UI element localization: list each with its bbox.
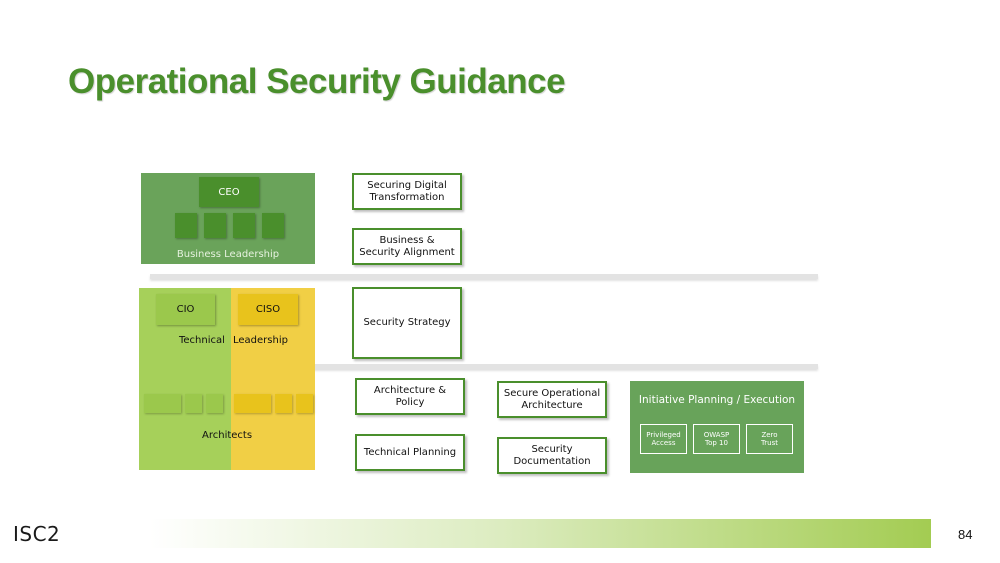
leadership-member-square xyxy=(233,213,255,238)
footer-gradient-bar xyxy=(150,519,931,548)
leadership-label: Leadership xyxy=(233,335,288,346)
horizontal-separator xyxy=(150,274,818,279)
technical-label: Technical xyxy=(179,335,225,346)
isc2-logo-text: ISC2 xyxy=(13,522,61,546)
ceo-box: CEO xyxy=(199,177,259,207)
security-strategy-box: Security Strategy xyxy=(352,287,462,359)
technical-planning-box: Technical Planning xyxy=(355,434,465,471)
cio-box: CIO xyxy=(156,294,215,325)
architects-label: Architects xyxy=(202,430,253,441)
privileged-access-box: Privileged Access xyxy=(640,424,687,454)
leadership-member-square xyxy=(175,213,197,238)
secure-operational-architecture-box: Secure Operational Architecture xyxy=(497,381,607,418)
owasp-top-10-box: OWASP Top 10 xyxy=(693,424,740,454)
architect-square xyxy=(234,394,271,413)
isc2-logo: ISC2 xyxy=(13,522,60,546)
page-number: 84 xyxy=(958,527,973,542)
architecture-policy-box: Architecture & Policy xyxy=(355,378,465,415)
business-security-alignment-box: Business & Security Alignment xyxy=(352,228,462,265)
business-leadership-label: Business Leadership xyxy=(176,248,280,260)
architect-square xyxy=(206,394,223,413)
architect-square xyxy=(275,394,292,413)
leadership-member-square xyxy=(262,213,284,238)
leadership-member-square xyxy=(204,213,226,238)
initiative-title: Initiative Planning / Execution xyxy=(638,394,796,406)
architect-square xyxy=(144,394,181,413)
slide-title: Operational Security Guidance xyxy=(68,62,566,101)
securing-digital-transformation-box: Securing Digital Transformation xyxy=(352,173,462,210)
architect-square xyxy=(185,394,202,413)
zero-trust-box: Zero Trust xyxy=(746,424,793,454)
architect-square xyxy=(296,394,313,413)
security-documentation-box: Security Documentation xyxy=(497,437,607,474)
ciso-box: CISO xyxy=(238,294,298,325)
